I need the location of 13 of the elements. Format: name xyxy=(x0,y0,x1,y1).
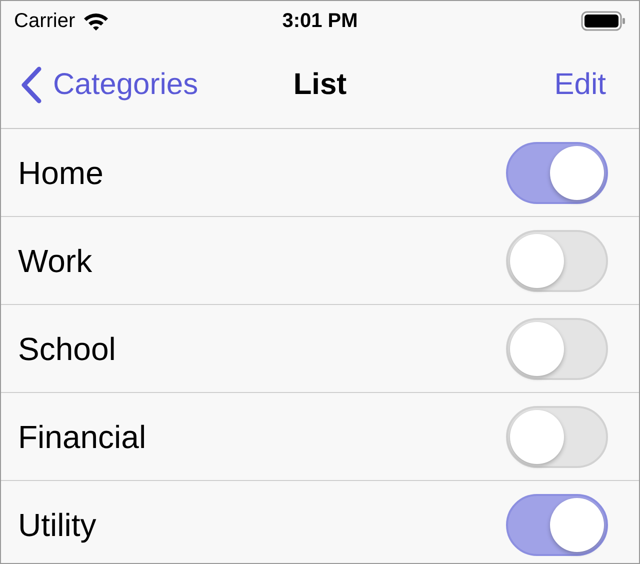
row-label: Home xyxy=(18,154,104,192)
carrier-name: Carrier xyxy=(14,9,76,34)
nav-title: List xyxy=(293,67,347,103)
battery-icon xyxy=(581,11,626,31)
row-label: Utility xyxy=(18,506,96,545)
chevron-left-icon xyxy=(19,66,43,104)
row-label: Work xyxy=(18,242,92,280)
wifi-icon xyxy=(83,12,110,30)
row-label: School xyxy=(18,330,116,368)
row-label: Financial xyxy=(18,418,146,456)
back-button[interactable]: Categories xyxy=(1,62,198,107)
status-time: 3:01 PM xyxy=(282,9,358,34)
edit-button[interactable]: Edit xyxy=(554,62,606,107)
